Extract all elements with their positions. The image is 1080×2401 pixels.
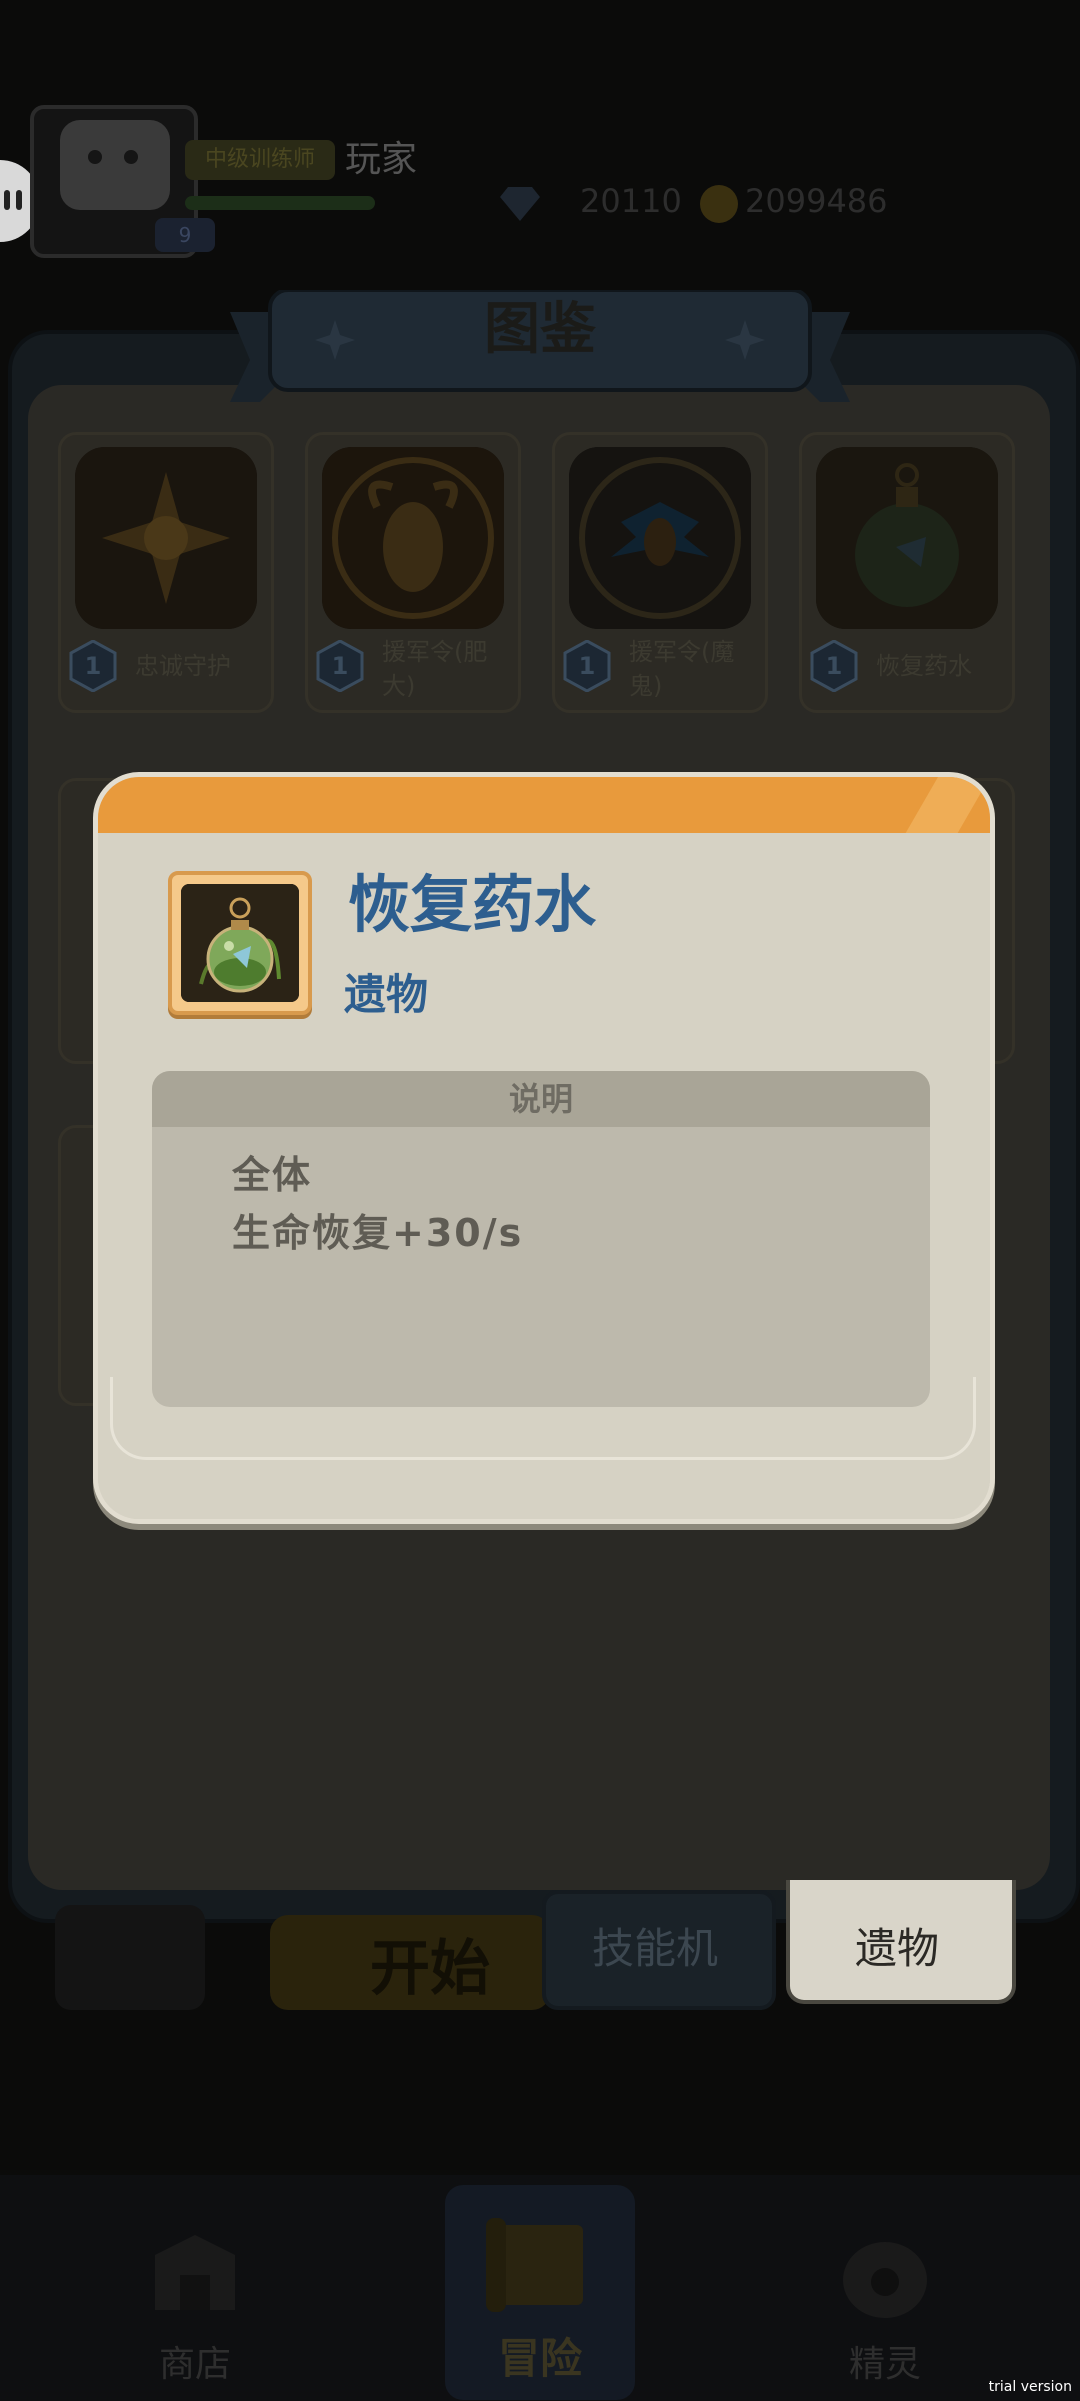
album-card[interactable]: 1 忠诚守护 xyxy=(58,432,274,713)
rank-badge: 中级训练师 xyxy=(185,140,335,180)
album-card[interactable]: 1 援军令(魔鬼) xyxy=(552,432,768,713)
album-title: 图鉴 xyxy=(484,297,596,362)
level-badge: 9 xyxy=(155,218,215,252)
album-card[interactable]: 1 恢复药水 xyxy=(799,432,1015,713)
card-label: 恢复药水 xyxy=(876,652,972,680)
shop-icon[interactable] xyxy=(140,2220,250,2330)
card-image xyxy=(569,447,751,629)
svg-text:1: 1 xyxy=(85,652,102,680)
card-label: 忠诚守护 xyxy=(135,652,231,680)
nav-adventure-label: 冒险 xyxy=(497,2334,582,2383)
item-type: 遗物 xyxy=(344,970,429,1019)
album-card[interactable]: 1 援军令(肥大) xyxy=(305,432,521,713)
svg-text:1: 1 xyxy=(579,652,596,680)
watermark: trial version xyxy=(988,2379,1072,2395)
start-button-label: 开始 xyxy=(370,1934,490,2004)
level-hex-badge: 1 xyxy=(563,640,611,692)
card-label: 援军令(肥大) xyxy=(382,638,488,700)
card-image xyxy=(75,447,257,629)
item-title: 恢复药水 xyxy=(348,868,597,941)
description-line: 全体 xyxy=(232,1153,313,1197)
modal-header-bar xyxy=(98,777,990,833)
pet-icon[interactable] xyxy=(830,2220,940,2330)
svg-text:1: 1 xyxy=(332,652,349,680)
avatar xyxy=(60,120,170,210)
card-label: 援军令(魔鬼) xyxy=(629,638,735,700)
scroll-map-icon xyxy=(486,2218,583,2312)
item-detail-modal[interactable]: 恢复药水 遗物 说明 全体 生命恢复+30/s xyxy=(93,772,995,1524)
card-image xyxy=(322,447,504,629)
level-hex-badge: 1 xyxy=(316,640,364,692)
level-hex-badge: 1 xyxy=(810,640,858,692)
left-side-button[interactable] xyxy=(55,1905,205,2010)
description-header-label: 说明 xyxy=(508,1080,573,1118)
gem-icon xyxy=(500,187,540,221)
nav-pet-label: 精灵 xyxy=(848,2344,921,2385)
svg-text:1: 1 xyxy=(826,652,843,680)
tab-skill-machine-label: 技能机 xyxy=(591,1924,718,1973)
nav-shop-label: 商店 xyxy=(158,2344,231,2385)
level-hex-badge: 1 xyxy=(69,640,117,692)
card-image xyxy=(816,447,998,629)
description-line: 生命恢复+30/s xyxy=(232,1211,524,1255)
recovery-potion-icon xyxy=(181,884,299,1002)
player-name: 玩家 xyxy=(345,139,418,180)
description-box: 说明 全体 生命恢复+30/s xyxy=(152,1071,930,1407)
gem-count: 20110 xyxy=(580,182,682,220)
exp-bar xyxy=(185,196,375,210)
tab-relic-label: 遗物 xyxy=(854,1924,939,1973)
coin-icon xyxy=(700,185,738,223)
coin-count: 2099486 xyxy=(745,182,888,220)
